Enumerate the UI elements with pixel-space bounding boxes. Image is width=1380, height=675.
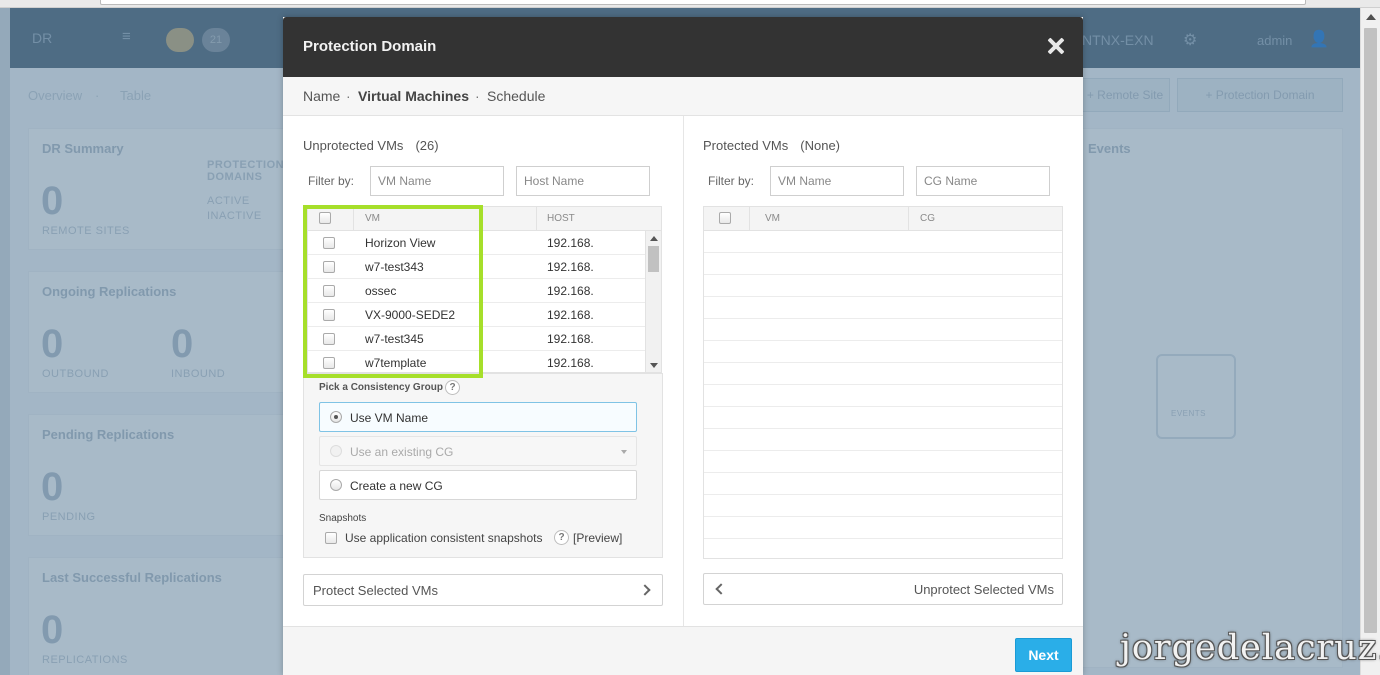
protection-domain-dialog: Protection Domain Name · Virtual Machine… bbox=[283, 17, 1083, 675]
row-checkbox[interactable] bbox=[323, 237, 335, 249]
column-vm[interactable]: VM bbox=[365, 213, 380, 224]
unprotect-selected-vms-button[interactable]: Unprotect Selected VMs bbox=[703, 573, 1063, 605]
unprotect-button-label: Unprotect Selected VMs bbox=[913, 582, 1054, 597]
radio-selected-icon[interactable] bbox=[330, 411, 342, 423]
app-consistent-snapshots-label: Use application consistent snapshots bbox=[345, 531, 543, 545]
page-scrollbar[interactable] bbox=[1360, 8, 1380, 675]
radio-icon[interactable] bbox=[330, 479, 342, 491]
table-scrollbar-thumb[interactable] bbox=[648, 246, 659, 272]
page-scrollbar-thumb[interactable] bbox=[1364, 28, 1377, 633]
help-icon[interactable]: ? bbox=[445, 380, 460, 395]
create-new-cg-option[interactable]: Create a new CG bbox=[319, 470, 637, 500]
preview-badge: [Preview] bbox=[573, 531, 623, 545]
unprotected-vm-name-filter[interactable] bbox=[370, 166, 504, 196]
unprotected-count: (26) bbox=[415, 138, 439, 153]
unprotected-vms-table: VM HOST Horizon View 192.168. w7-test343… bbox=[307, 206, 662, 373]
cg-name-filter[interactable] bbox=[916, 166, 1050, 196]
empty-table-body bbox=[704, 231, 1062, 558]
address-bar[interactable] bbox=[100, 0, 1306, 5]
protected-table-header: VM CG bbox=[704, 207, 1062, 231]
column-host[interactable]: HOST bbox=[547, 213, 575, 224]
select-all-protected-checkbox[interactable] bbox=[719, 212, 731, 224]
vm-host: 192.168. bbox=[547, 332, 594, 346]
vm-name: VX-9000-SEDE2 bbox=[365, 308, 456, 322]
row-checkbox[interactable] bbox=[323, 357, 335, 369]
select-all-unprotected-checkbox[interactable] bbox=[319, 212, 331, 224]
wizard-steps: Name · Virtual Machines · Schedule bbox=[283, 77, 1083, 116]
table-row[interactable]: ossec 192.168. bbox=[308, 279, 647, 303]
watermark: jorgedelacruz.es bbox=[1120, 628, 1380, 668]
unprotected-table-header: VM HOST bbox=[308, 207, 661, 231]
row-checkbox[interactable] bbox=[323, 309, 335, 321]
option-label: Use VM Name bbox=[350, 411, 429, 425]
step-separator: · bbox=[475, 88, 480, 104]
dialog-title: Protection Domain bbox=[303, 38, 437, 55]
table-row[interactable]: VX-9000-SEDE2 192.168. bbox=[308, 303, 647, 327]
column-vm[interactable]: VM bbox=[765, 213, 780, 224]
host-name-filter[interactable] bbox=[516, 166, 650, 196]
scroll-up-icon[interactable] bbox=[1366, 14, 1376, 20]
column-cg[interactable]: CG bbox=[920, 213, 935, 224]
snapshots-title: Snapshots bbox=[319, 513, 367, 524]
step-separator: · bbox=[346, 88, 351, 104]
chevron-right-icon bbox=[639, 584, 651, 596]
protected-filter-label: Filter by: bbox=[708, 174, 755, 188]
next-button[interactable]: Next bbox=[1015, 638, 1072, 672]
vm-name: w7template bbox=[365, 356, 427, 370]
scroll-down-icon[interactable] bbox=[650, 363, 658, 368]
vm-host: 192.168. bbox=[547, 308, 594, 322]
vm-host: 192.168. bbox=[547, 260, 594, 274]
table-row[interactable]: Horizon View 192.168. bbox=[308, 231, 647, 255]
unprotected-title-text: Unprotected VMs bbox=[303, 138, 404, 153]
use-vm-name-option[interactable]: Use VM Name bbox=[319, 402, 637, 432]
option-label: Create a new CG bbox=[350, 479, 443, 493]
close-icon[interactable] bbox=[1047, 37, 1065, 55]
protect-button-label: Protect Selected VMs bbox=[313, 583, 438, 598]
row-checkbox[interactable] bbox=[323, 261, 335, 273]
step-virtual-machines[interactable]: Virtual Machines bbox=[358, 88, 469, 104]
dialog-header: Protection Domain bbox=[283, 17, 1083, 77]
protected-count: (None) bbox=[800, 138, 841, 153]
table-row[interactable]: w7-test343 192.168. bbox=[308, 255, 647, 279]
unprotected-filter-label: Filter by: bbox=[308, 174, 355, 188]
protected-vms-table: VM CG bbox=[703, 206, 1063, 559]
vm-host: 192.168. bbox=[547, 356, 594, 370]
use-existing-cg-option: Use an existing CG bbox=[319, 436, 637, 466]
help-icon[interactable]: ? bbox=[554, 530, 569, 545]
row-checkbox[interactable] bbox=[323, 285, 335, 297]
vm-name: ossec bbox=[365, 284, 397, 298]
chevron-left-icon bbox=[715, 583, 727, 595]
table-row[interactable]: w7template 192.168. bbox=[308, 351, 647, 372]
protected-title-text: Protected VMs bbox=[703, 138, 789, 153]
vm-host: 192.168. bbox=[547, 284, 594, 298]
vm-name: w7-test345 bbox=[365, 332, 424, 346]
radio-icon bbox=[330, 445, 342, 457]
vm-name: w7-test343 bbox=[365, 260, 424, 274]
chevron-down-icon bbox=[621, 450, 627, 454]
scroll-up-icon[interactable] bbox=[650, 236, 658, 241]
dialog-footer bbox=[283, 626, 1083, 675]
step-name[interactable]: Name bbox=[303, 88, 340, 104]
browser-toolbar bbox=[0, 0, 1380, 8]
app-consistent-snapshots-checkbox[interactable] bbox=[325, 532, 337, 544]
step-schedule[interactable]: Schedule bbox=[487, 88, 545, 104]
table-scrollbar[interactable] bbox=[645, 231, 661, 372]
unprotected-vms-title: Unprotected VMs (26) bbox=[303, 138, 439, 153]
column-divider bbox=[683, 116, 684, 626]
option-label: Use an existing CG bbox=[350, 445, 454, 459]
protected-vm-name-filter[interactable] bbox=[770, 166, 904, 196]
consistency-group-panel: Pick a Consistency Group ? Use VM Name U… bbox=[303, 373, 663, 558]
protected-vms-title: Protected VMs (None) bbox=[703, 138, 840, 153]
table-row[interactable]: w7-test345 192.168. bbox=[308, 327, 647, 351]
consistency-group-title: Pick a Consistency Group bbox=[319, 382, 443, 393]
vm-name: Horizon View bbox=[365, 236, 436, 250]
protect-selected-vms-button[interactable]: Protect Selected VMs bbox=[303, 574, 663, 606]
row-checkbox[interactable] bbox=[323, 333, 335, 345]
vm-host: 192.168. bbox=[547, 236, 594, 250]
